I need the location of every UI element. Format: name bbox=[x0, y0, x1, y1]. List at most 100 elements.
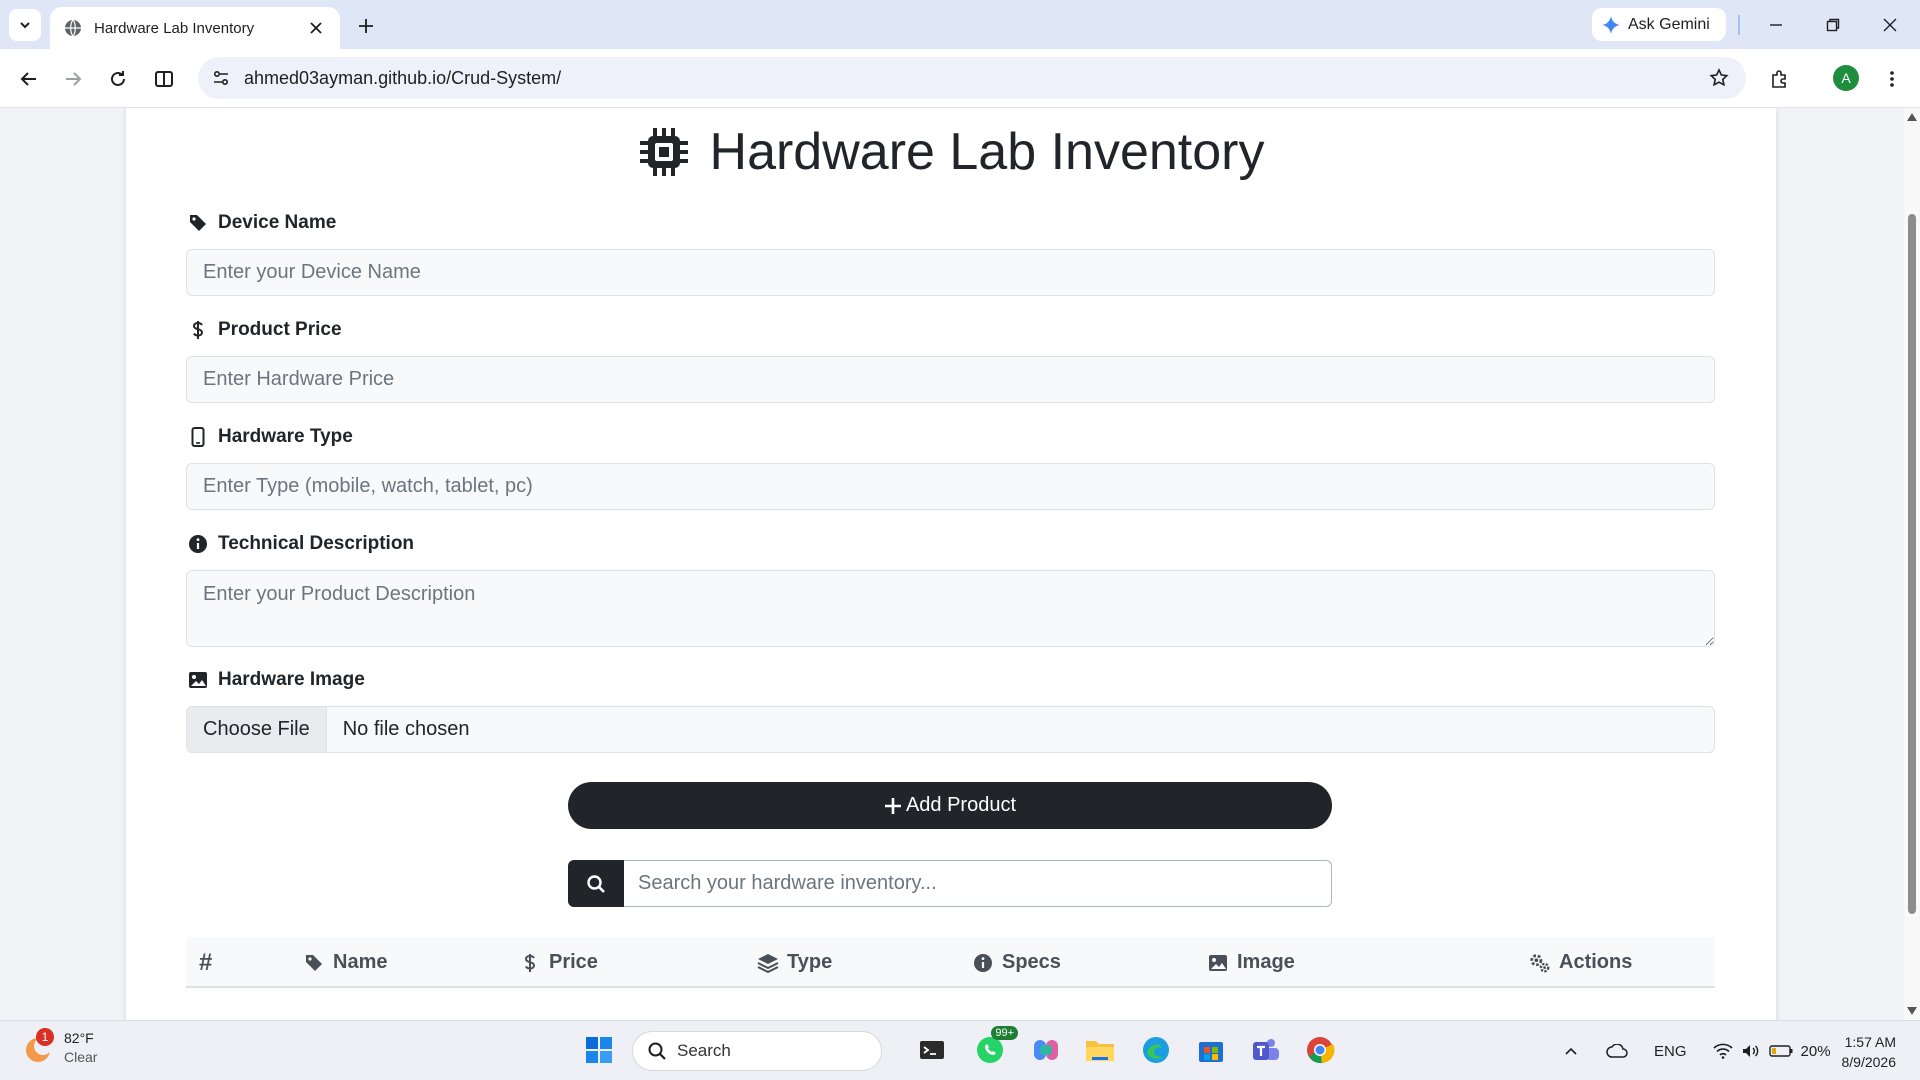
taskbar-app-terminal[interactable] bbox=[912, 1030, 952, 1070]
taskbar-app-file-explorer[interactable] bbox=[1080, 1030, 1120, 1070]
globe-icon bbox=[65, 19, 81, 37]
forward-button[interactable] bbox=[56, 62, 90, 96]
back-button[interactable] bbox=[12, 62, 46, 96]
inventory-search-group bbox=[568, 860, 1332, 907]
hardware-type-input[interactable] bbox=[186, 463, 1715, 510]
plus-icon bbox=[359, 19, 373, 33]
close-window-button[interactable] bbox=[1870, 10, 1910, 40]
scroll-down-icon[interactable] bbox=[1907, 1006, 1917, 1016]
teams-icon bbox=[1253, 1039, 1279, 1060]
file-status-text: No file chosen bbox=[342, 718, 470, 740]
taskbar-search[interactable]: Search bbox=[632, 1031, 882, 1071]
col-header-name: Name bbox=[303, 937, 387, 988]
ask-gemini-button[interactable]: Ask Gemini bbox=[1592, 8, 1726, 41]
battery-icon bbox=[1768, 1045, 1793, 1057]
tab-search-button[interactable] bbox=[9, 9, 41, 41]
reload-icon bbox=[111, 71, 125, 86]
chrome-icon bbox=[1307, 1037, 1335, 1064]
layers-icon bbox=[757, 952, 779, 974]
taskbar-app-copilot[interactable] bbox=[1026, 1030, 1066, 1070]
tag-icon bbox=[188, 213, 208, 233]
split-view-button[interactable] bbox=[147, 62, 181, 96]
hash-label: # bbox=[199, 948, 213, 976]
col-header-image: Image bbox=[1207, 937, 1295, 988]
weather-description: Clear bbox=[64, 1049, 98, 1065]
browser-tab-active[interactable]: Hardware Lab Inventory bbox=[50, 7, 340, 49]
address-bar[interactable]: ahmed03ayman.github.io/Crud-System/ bbox=[198, 57, 1746, 99]
taskbar-app-edge[interactable] bbox=[1136, 1030, 1176, 1070]
folder-icon bbox=[1086, 1041, 1114, 1061]
technical-description-input[interactable] bbox=[186, 570, 1715, 647]
quick-settings[interactable]: 20% bbox=[1712, 1043, 1831, 1060]
hardware-image-file-input[interactable]: Choose File No file chosen bbox=[186, 706, 1715, 753]
puzzle-icon bbox=[1772, 70, 1786, 88]
search-icon bbox=[648, 1042, 666, 1060]
col-header-price: Price bbox=[519, 937, 598, 988]
scroll-up-icon[interactable] bbox=[1907, 112, 1917, 122]
taskbar-app-teams[interactable] bbox=[1246, 1030, 1286, 1070]
new-tab-button[interactable] bbox=[352, 12, 380, 40]
gemini-sparkle-icon bbox=[1602, 15, 1620, 34]
reload-button[interactable] bbox=[101, 62, 135, 96]
site-info-icon[interactable] bbox=[204, 61, 238, 95]
restore-icon bbox=[1826, 18, 1840, 32]
volume-icon bbox=[1742, 1045, 1758, 1057]
image-icon bbox=[188, 670, 208, 690]
onedrive-cloud-icon[interactable] bbox=[1602, 1044, 1632, 1058]
show-hidden-icons-chevron-up-icon[interactable] bbox=[1560, 1046, 1582, 1056]
taskbar-clock[interactable]: 1:57 AM 8/9/2026 bbox=[1826, 1032, 1897, 1072]
start-button[interactable] bbox=[579, 1030, 619, 1070]
windows-taskbar: 1 82°F Clear Search 99+ ENG 20% 1:57 AM … bbox=[0, 1020, 1920, 1080]
split-view-icon bbox=[155, 71, 173, 87]
weather-widget[interactable]: 1 82°F Clear bbox=[22, 1028, 97, 1067]
clock-date: 8/9/2026 bbox=[1841, 1054, 1897, 1070]
weather-text: 82°F Clear bbox=[64, 1029, 97, 1067]
inventory-search-input[interactable] bbox=[624, 860, 1332, 907]
scrollbar-thumb[interactable] bbox=[1908, 214, 1916, 914]
product-price-input[interactable] bbox=[186, 356, 1715, 403]
inventory-card: Hardware Lab Inventory Device Name Produ… bbox=[126, 108, 1776, 1020]
image-icon bbox=[1207, 952, 1229, 974]
url-text[interactable]: ahmed03ayman.github.io/Crud-System/ bbox=[244, 68, 1702, 89]
choose-file-button[interactable]: Choose File bbox=[187, 707, 327, 752]
extensions-button[interactable] bbox=[1763, 62, 1797, 96]
tab-close-icon[interactable] bbox=[306, 18, 326, 38]
add-product-button[interactable]: Add Product bbox=[568, 782, 1332, 829]
taskbar-app-store[interactable] bbox=[1191, 1030, 1231, 1070]
restore-button[interactable] bbox=[1813, 10, 1853, 40]
whatsapp-badge: 99+ bbox=[991, 1026, 1018, 1040]
page-title: Hardware Lab Inventory bbox=[709, 123, 1265, 181]
info-circle-icon bbox=[188, 534, 208, 554]
technical-description-label: Technical Description bbox=[188, 533, 414, 555]
browser-menu-button[interactable] bbox=[1875, 62, 1909, 96]
page-scrollbar[interactable] bbox=[1904, 108, 1920, 1020]
product-price-label: Product Price bbox=[188, 319, 342, 341]
taskbar-app-whatsapp[interactable]: 99+ bbox=[970, 1026, 1018, 1070]
col-header-specs: Specs bbox=[972, 937, 1061, 988]
minimize-icon bbox=[1770, 24, 1782, 26]
chevron-down-icon bbox=[20, 22, 30, 29]
profile-avatar[interactable]: A bbox=[1833, 65, 1859, 91]
weather-alert-badge: 1 bbox=[36, 1028, 54, 1046]
system-tray: ENG 20% bbox=[1560, 1021, 1831, 1080]
browser-tab-bar: Hardware Lab Inventory Ask Gemini bbox=[0, 0, 1920, 49]
bookmark-star-icon[interactable] bbox=[1702, 61, 1736, 95]
taskbar-app-chrome[interactable] bbox=[1300, 1030, 1340, 1070]
windows-logo-icon bbox=[586, 1037, 612, 1063]
kebab-menu-icon bbox=[1890, 71, 1894, 87]
minimize-button[interactable] bbox=[1756, 10, 1796, 40]
tag-icon bbox=[303, 952, 325, 974]
dollar-icon bbox=[188, 320, 208, 340]
weather-moon-icon: 1 bbox=[22, 1028, 54, 1064]
hardware-type-label: Hardware Type bbox=[188, 426, 353, 448]
col-header-index: # bbox=[199, 937, 212, 988]
taskbar-search-label: Search bbox=[677, 1041, 731, 1060]
arrow-right-icon bbox=[66, 72, 82, 86]
dollar-icon bbox=[519, 952, 541, 974]
col-header-type: Type bbox=[757, 937, 832, 988]
language-indicator[interactable]: ENG bbox=[1654, 1043, 1687, 1060]
device-name-input[interactable] bbox=[186, 249, 1715, 296]
divider bbox=[1738, 15, 1740, 35]
clock-time: 1:57 AM bbox=[1844, 1034, 1896, 1050]
edge-icon bbox=[1143, 1037, 1169, 1063]
